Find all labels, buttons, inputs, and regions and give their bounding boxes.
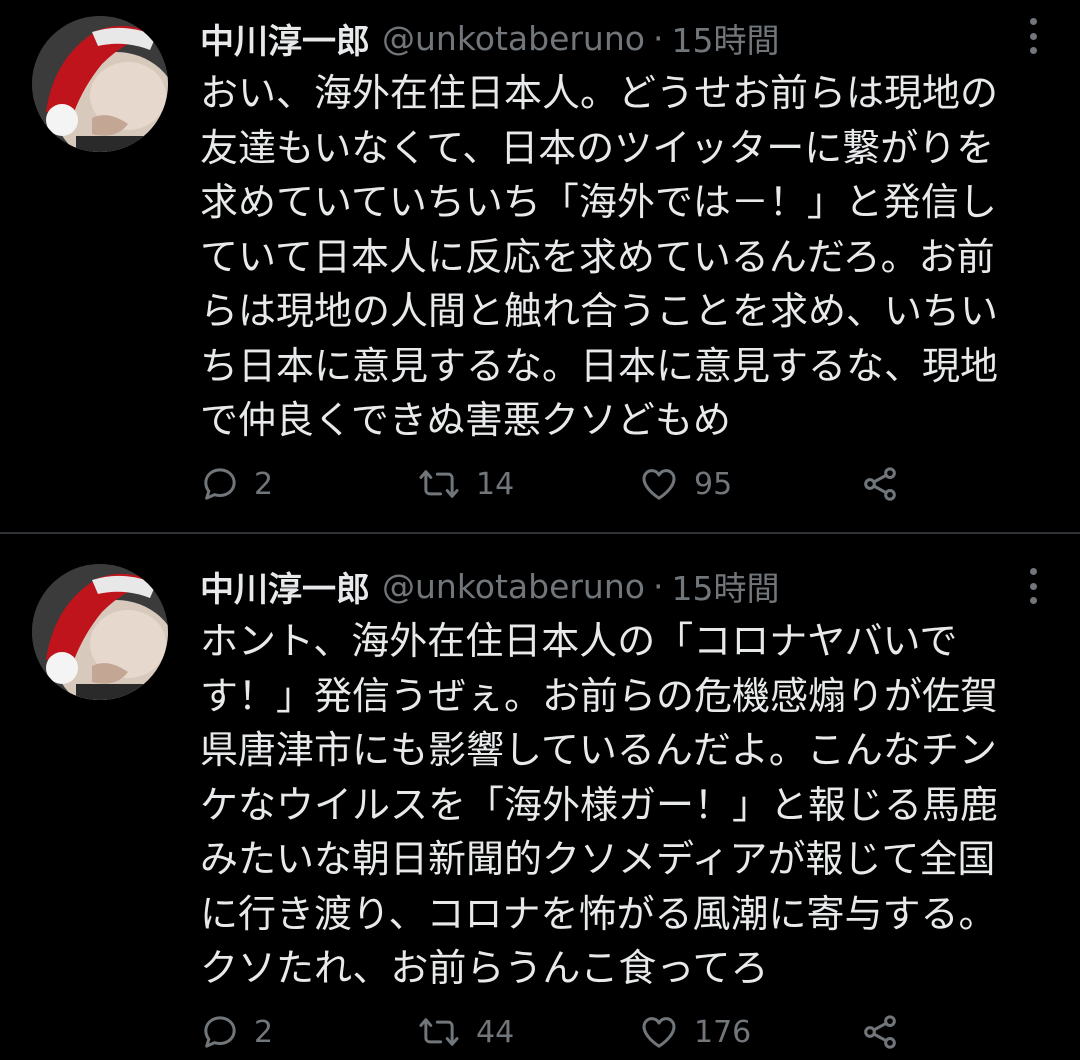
like-button[interactable]: 95 bbox=[638, 462, 732, 506]
share-icon bbox=[864, 467, 896, 501]
dot bbox=[1029, 597, 1037, 604]
separator-dot: · bbox=[652, 18, 664, 58]
reply-button[interactable]: 2 bbox=[200, 1010, 273, 1054]
retweet-button[interactable]: 44 bbox=[416, 1010, 514, 1054]
separator-dot: · bbox=[652, 566, 664, 606]
retweet-icon bbox=[419, 1018, 459, 1046]
reply-count: 2 bbox=[254, 466, 274, 502]
action-bar: 2 14 95 bbox=[200, 462, 920, 506]
dot bbox=[1029, 18, 1037, 25]
tweet-header: 中川淳一郎 @unkotaberuno · 15時間 bbox=[200, 560, 779, 612]
more-options-icon[interactable] bbox=[1018, 16, 1048, 56]
tweet-card[interactable]: 中川淳一郎 @unkotaberuno · 15時間 おい、海外在住日本人。どう… bbox=[0, 0, 1080, 532]
retweet-icon bbox=[419, 470, 459, 498]
dot bbox=[1029, 568, 1037, 575]
reply-icon bbox=[204, 1016, 236, 1048]
tweet-header: 中川淳一郎 @unkotaberuno · 15時間 bbox=[200, 12, 779, 64]
display-name[interactable]: 中川淳一郎 bbox=[200, 562, 370, 611]
tweet-text: ホント、海外在住日本人の「コロナヤバいで す！」発信うぜぇ。お前らの危機感煽りが… bbox=[200, 619, 999, 990]
retweet-button[interactable]: 14 bbox=[416, 462, 514, 506]
reply-count: 2 bbox=[254, 1014, 274, 1050]
like-button[interactable]: 176 bbox=[638, 1010, 751, 1054]
more-options-icon[interactable] bbox=[1018, 566, 1048, 606]
like-count: 95 bbox=[694, 466, 733, 502]
share-icon bbox=[864, 1015, 896, 1049]
avatar[interactable] bbox=[32, 16, 168, 152]
like-icon bbox=[642, 469, 676, 500]
like-count: 176 bbox=[694, 1014, 752, 1050]
share-button[interactable] bbox=[860, 1010, 900, 1054]
user-handle[interactable]: @unkotaberuno bbox=[382, 567, 645, 606]
user-handle[interactable]: @unkotaberuno bbox=[382, 19, 645, 58]
avatar[interactable] bbox=[32, 564, 168, 700]
dot bbox=[1029, 32, 1037, 40]
like-icon bbox=[642, 1017, 676, 1048]
dot bbox=[1029, 582, 1037, 590]
retweet-count: 14 bbox=[476, 466, 515, 502]
reply-button[interactable]: 2 bbox=[200, 462, 273, 506]
tweet-text: おい、海外在住日本人。どうせお前らは現地の 友達もいなくて、日本のツイッターに繋… bbox=[200, 71, 999, 442]
reply-icon bbox=[204, 468, 236, 500]
share-button[interactable] bbox=[860, 462, 900, 506]
display-name[interactable]: 中川淳一郎 bbox=[200, 14, 370, 63]
action-bar: 2 44 176 bbox=[200, 1010, 920, 1054]
timestamp[interactable]: 15時間 bbox=[671, 562, 779, 610]
tweet-card[interactable]: 中川淳一郎 @unkotaberuno · 15時間 ホント、海外在住日本人の「… bbox=[0, 534, 1080, 1060]
retweet-count: 44 bbox=[476, 1014, 515, 1050]
timestamp[interactable]: 15時間 bbox=[671, 14, 779, 62]
dot bbox=[1029, 47, 1037, 54]
